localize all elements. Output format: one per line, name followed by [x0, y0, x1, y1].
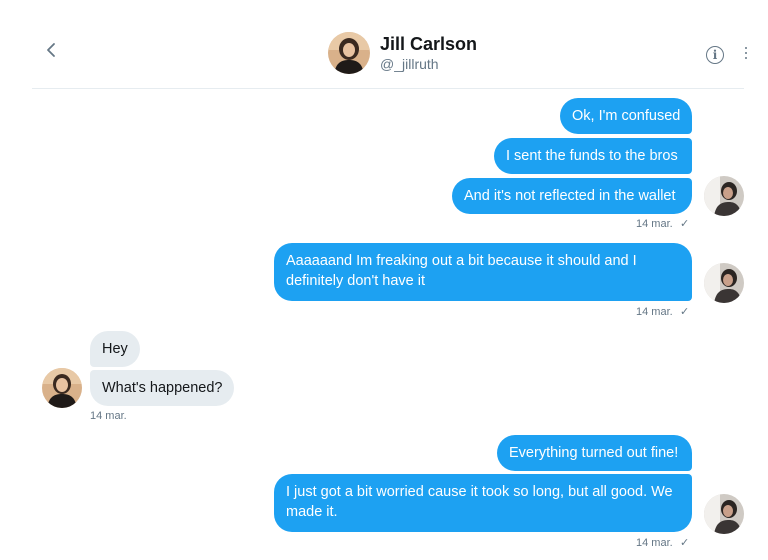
message-timestamp: 14 mar. [636, 537, 673, 549]
conversation-header: Jill Carlson @_jillruth i [32, 0, 747, 89]
contact-handle: @_jillruth [380, 56, 439, 72]
back-button[interactable] [42, 38, 62, 62]
message-text: I just got a bit worried cause it took s… [286, 484, 673, 520]
message-timestamp: 14 mar. [90, 410, 127, 422]
contact-avatar[interactable] [328, 32, 370, 74]
user-avatar[interactable] [704, 494, 744, 534]
message-text: Hey [102, 341, 128, 357]
message-bubble-outgoing[interactable]: I sent the funds to the bros [494, 138, 692, 174]
read-check-icon: ✓ [680, 537, 690, 549]
message-timestamp: 14 mar. [636, 306, 673, 318]
message-bubble-incoming[interactable]: What's happened? [90, 370, 234, 406]
message-text: Everything turned out fine! [509, 445, 679, 461]
message-bubble-outgoing[interactable]: I just got a bit worried cause it took s… [274, 474, 692, 532]
message-bubble-outgoing[interactable]: Everything turned out fine! [497, 435, 692, 471]
message-text: I sent the funds to the bros [506, 148, 678, 164]
contact-name[interactable]: Jill Carlson [380, 34, 477, 55]
message-timestamp: 14 mar. [636, 218, 673, 230]
user-avatar[interactable] [704, 176, 744, 216]
info-icon: i [712, 48, 718, 62]
info-button[interactable]: i [706, 46, 724, 64]
user-avatar[interactable] [704, 263, 744, 303]
message-text: What's happened? [102, 380, 223, 396]
chevron-left-icon [47, 43, 55, 57]
message-text: Aaaaaand Im freaking out a bit because i… [286, 253, 637, 289]
message-text: And it's not reflected in the wallet [464, 188, 676, 204]
read-check-icon: ✓ [680, 218, 690, 230]
read-check-icon: ✓ [680, 306, 690, 318]
more-icon[interactable] [744, 44, 748, 64]
message-bubble-outgoing[interactable]: And it's not reflected in the wallet [452, 178, 692, 214]
message-text: Ok, I'm confused [572, 108, 681, 124]
message-bubble-outgoing[interactable]: Aaaaaand Im freaking out a bit because i… [274, 243, 692, 301]
contact-avatar[interactable] [42, 368, 82, 408]
message-bubble-incoming[interactable]: Hey [90, 331, 140, 367]
message-bubble-outgoing[interactable]: Ok, I'm confused [560, 98, 692, 134]
